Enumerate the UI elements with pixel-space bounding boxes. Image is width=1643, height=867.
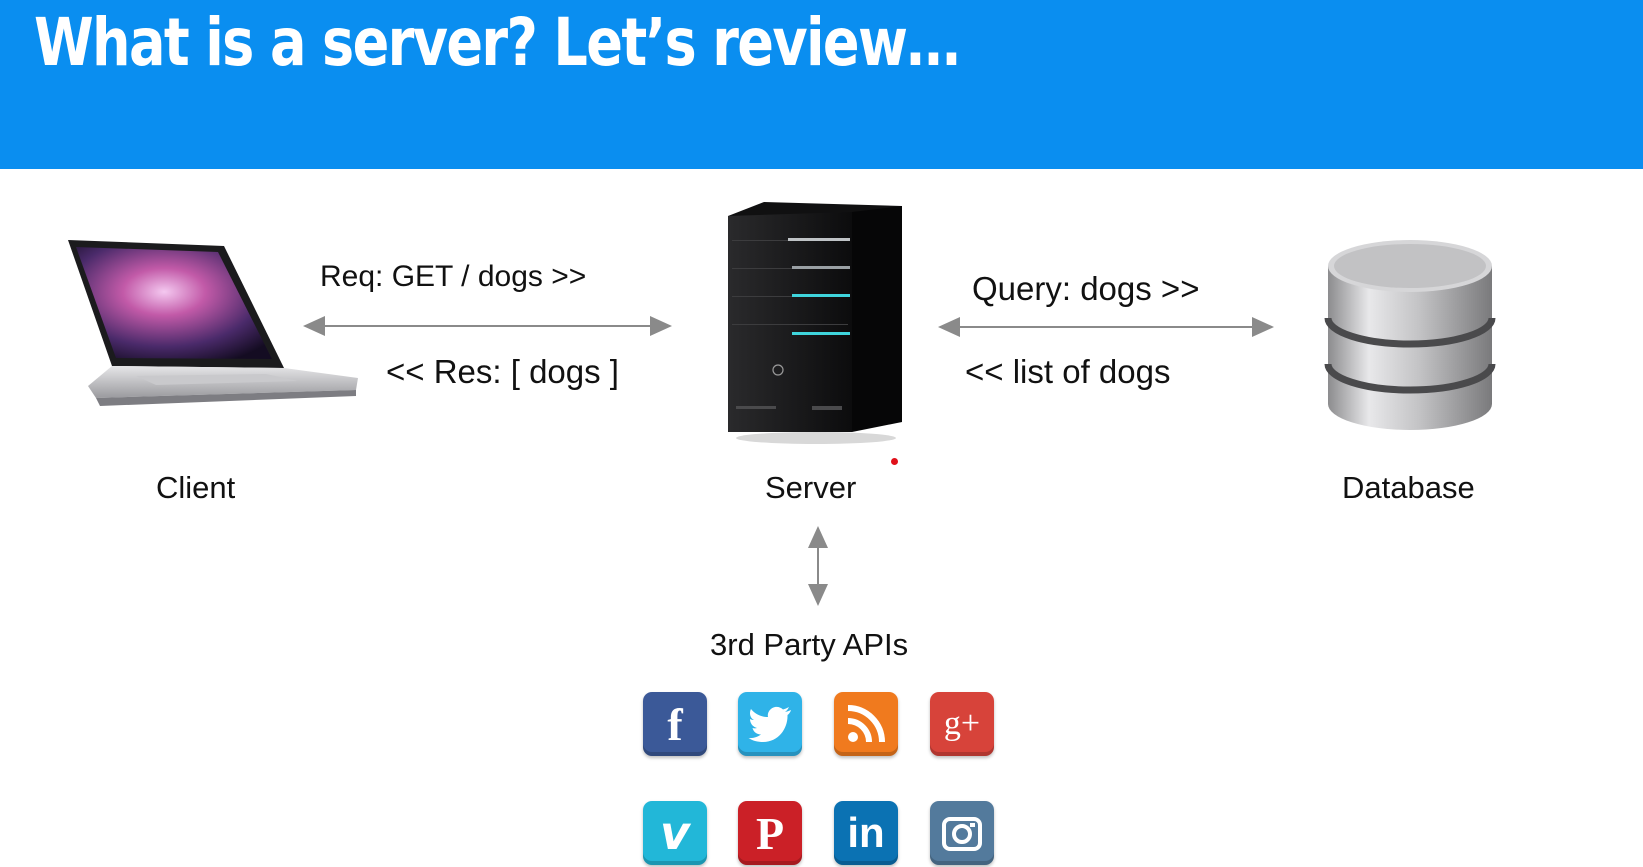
database-label: Database [1342,470,1475,505]
apis-label: 3rd Party APIs [710,627,909,662]
vimeo-icon: v [643,801,707,865]
client-label: Client [156,470,236,505]
query-label: Query: dogs >> [972,270,1200,307]
result-label: << list of dogs [965,353,1171,390]
linkedin-icon: in [834,801,898,865]
facebook-icon: f [643,692,707,756]
pinterest-icon: P [738,801,802,865]
server-label: Server [765,470,857,505]
rss-icon [834,692,898,756]
pointer-dot [891,458,898,465]
connection-arrows [303,316,1274,606]
google-plus-icon: g+ [930,692,994,756]
response-label: << Res: [ dogs ] [386,353,619,390]
instagram-icon [930,801,994,865]
twitter-icon [738,692,802,756]
request-label: Req: GET / dogs >> [320,260,587,293]
